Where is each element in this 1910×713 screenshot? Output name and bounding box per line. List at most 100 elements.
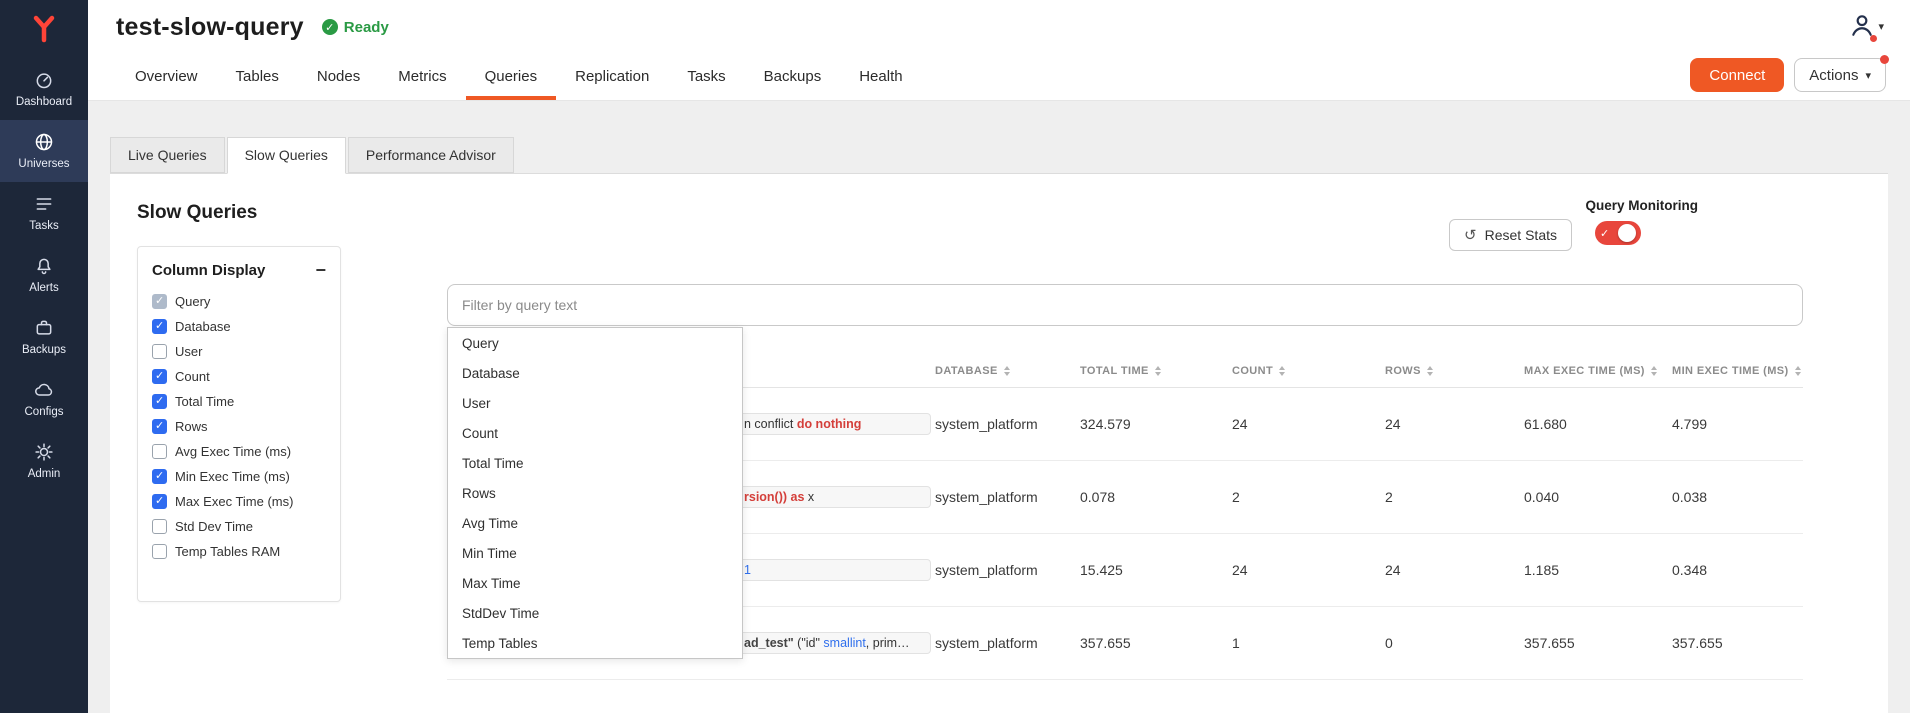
checkbox[interactable] bbox=[152, 394, 167, 409]
column-header-rows[interactable]: ROWS bbox=[1385, 365, 1524, 377]
dropdown-item-avg-time[interactable]: Avg Time bbox=[448, 508, 742, 538]
subtab-performance-advisor[interactable]: Performance Advisor bbox=[348, 137, 514, 173]
tab-tasks[interactable]: Tasks bbox=[668, 55, 744, 100]
dropdown-item-database[interactable]: Database bbox=[448, 358, 742, 388]
tab-overview[interactable]: Overview bbox=[116, 55, 217, 100]
sort-icon bbox=[1279, 366, 1285, 376]
sidebar-item-dashboard[interactable]: Dashboard bbox=[0, 58, 88, 120]
checkbox-label: Rows bbox=[175, 419, 208, 434]
max-exec-time-cell: 0.040 bbox=[1524, 489, 1672, 505]
count-cell: 2 bbox=[1232, 489, 1385, 505]
column-header-total-time[interactable]: TOTAL TIME bbox=[1080, 365, 1232, 377]
app-root: Dashboard Universes Tasks Alerts Backups bbox=[0, 0, 1910, 713]
content: Live Queries Slow Queries Performance Ad… bbox=[88, 101, 1910, 713]
checkbox[interactable] bbox=[152, 419, 167, 434]
column-option-avg-exec-time[interactable]: Avg Exec Time (ms) bbox=[152, 439, 326, 464]
column-option-count[interactable]: Count bbox=[152, 364, 326, 389]
sidebar-item-label: Admin bbox=[28, 468, 61, 480]
tab-backups[interactable]: Backups bbox=[745, 55, 841, 100]
checkbox[interactable] bbox=[152, 444, 167, 459]
subtab-live-queries[interactable]: Live Queries bbox=[110, 137, 225, 173]
checkbox[interactable] bbox=[152, 494, 167, 509]
checkbox[interactable] bbox=[152, 319, 167, 334]
status-badge: ✓ Ready bbox=[322, 19, 389, 36]
dropdown-item-count[interactable]: Count bbox=[448, 418, 742, 448]
actions-button-label: Actions bbox=[1809, 67, 1858, 84]
column-option-min-exec-time[interactable]: Min Exec Time (ms) bbox=[152, 464, 326, 489]
query-area: DATABASE TOTAL TIME COUNT bbox=[447, 246, 1803, 680]
count-cell: 1 bbox=[1232, 635, 1385, 651]
checkbox-label: Database bbox=[175, 319, 231, 334]
title-row: test-slow-query ✓ Ready ▾ bbox=[116, 0, 1910, 54]
briefcase-icon bbox=[34, 318, 54, 338]
total-time-cell: 15.425 bbox=[1080, 562, 1232, 578]
tab-queries[interactable]: Queries bbox=[466, 55, 557, 100]
dropdown-item-min-time[interactable]: Min Time bbox=[448, 538, 742, 568]
column-header-min-exec-time[interactable]: MIN EXEC TIME (MS) bbox=[1672, 365, 1803, 377]
min-exec-time-cell: 4.799 bbox=[1672, 416, 1803, 432]
reset-stats-label: Reset Stats bbox=[1485, 227, 1557, 243]
column-header-label: DATABASE bbox=[935, 365, 998, 377]
checkbox[interactable] bbox=[152, 544, 167, 559]
yugabyte-logo[interactable] bbox=[0, 0, 88, 58]
column-option-max-exec-time[interactable]: Max Exec Time (ms) bbox=[152, 489, 326, 514]
sidebar-item-tasks[interactable]: Tasks bbox=[0, 182, 88, 244]
dropdown-item-rows[interactable]: Rows bbox=[448, 478, 742, 508]
min-exec-time-cell: 0.348 bbox=[1672, 562, 1803, 578]
sidebar-item-configs[interactable]: Configs bbox=[0, 368, 88, 430]
checkbox[interactable] bbox=[152, 294, 167, 309]
max-exec-time-cell: 357.655 bbox=[1524, 635, 1672, 651]
checkbox[interactable] bbox=[152, 369, 167, 384]
column-option-database[interactable]: Database bbox=[152, 314, 326, 339]
sidebar-item-alerts[interactable]: Alerts bbox=[0, 244, 88, 306]
min-exec-time-cell: 357.655 bbox=[1672, 635, 1803, 651]
sort-icon bbox=[1155, 366, 1161, 376]
checkbox[interactable] bbox=[152, 344, 167, 359]
filter-input[interactable] bbox=[447, 284, 1803, 326]
collapse-button[interactable]: − bbox=[315, 261, 326, 279]
column-option-user[interactable]: User bbox=[152, 339, 326, 364]
column-option-std-dev-time[interactable]: Std Dev Time bbox=[152, 514, 326, 539]
column-option-total-time[interactable]: Total Time bbox=[152, 389, 326, 414]
checkbox-label: Query bbox=[175, 294, 210, 309]
user-menu[interactable]: ▾ bbox=[1849, 12, 1884, 38]
dropdown-item-query[interactable]: Query bbox=[448, 328, 742, 358]
total-time-cell: 324.579 bbox=[1080, 416, 1232, 432]
query-monitoring-toggle[interactable]: ✓ bbox=[1595, 221, 1641, 245]
sidebar-item-admin[interactable]: Admin bbox=[0, 430, 88, 492]
column-option-query[interactable]: Query bbox=[152, 289, 326, 314]
query-subtabs: Live Queries Slow Queries Performance Ad… bbox=[110, 137, 1888, 173]
column-header-count[interactable]: COUNT bbox=[1232, 365, 1385, 377]
column-header-max-exec-time[interactable]: MAX EXEC TIME (MS) bbox=[1524, 365, 1672, 377]
dropdown-item-stddev-time[interactable]: StdDev Time bbox=[448, 598, 742, 628]
dropdown-item-temp-tables[interactable]: Temp Tables bbox=[448, 628, 742, 658]
sidebar-item-universes[interactable]: Universes bbox=[0, 120, 88, 182]
checkbox[interactable] bbox=[152, 519, 167, 534]
sidebar-item-label: Configs bbox=[25, 406, 64, 418]
dropdown-item-max-time[interactable]: Max Time bbox=[448, 568, 742, 598]
dropdown-item-user[interactable]: User bbox=[448, 388, 742, 418]
tab-metrics[interactable]: Metrics bbox=[379, 55, 465, 100]
query-chip: ad_test" ("id" smallint, prim… bbox=[735, 632, 931, 654]
dropdown-item-total-time[interactable]: Total Time bbox=[448, 448, 742, 478]
checkbox-label: Max Exec Time (ms) bbox=[175, 494, 293, 509]
min-exec-time-cell: 0.038 bbox=[1672, 489, 1803, 505]
sidebar-item-backups[interactable]: Backups bbox=[0, 306, 88, 368]
connect-button[interactable]: Connect bbox=[1690, 58, 1784, 92]
checkbox[interactable] bbox=[152, 469, 167, 484]
sidebar: Dashboard Universes Tasks Alerts Backups bbox=[0, 0, 88, 713]
column-option-rows[interactable]: Rows bbox=[152, 414, 326, 439]
tab-nodes[interactable]: Nodes bbox=[298, 55, 379, 100]
column-header-database[interactable]: DATABASE bbox=[935, 365, 1080, 377]
notification-dot bbox=[1870, 35, 1877, 42]
count-cell: 24 bbox=[1232, 562, 1385, 578]
actions-button[interactable]: Actions ▾ bbox=[1794, 58, 1886, 92]
actions-notification-dot bbox=[1880, 55, 1889, 64]
column-option-temp-tables-ram[interactable]: Temp Tables RAM bbox=[152, 539, 326, 564]
tab-tables[interactable]: Tables bbox=[217, 55, 298, 100]
tab-health[interactable]: Health bbox=[840, 55, 921, 100]
tab-replication[interactable]: Replication bbox=[556, 55, 668, 100]
dashboard-icon bbox=[34, 70, 54, 90]
query-chip: rsion()) as x bbox=[735, 486, 931, 508]
subtab-slow-queries[interactable]: Slow Queries bbox=[227, 137, 346, 174]
